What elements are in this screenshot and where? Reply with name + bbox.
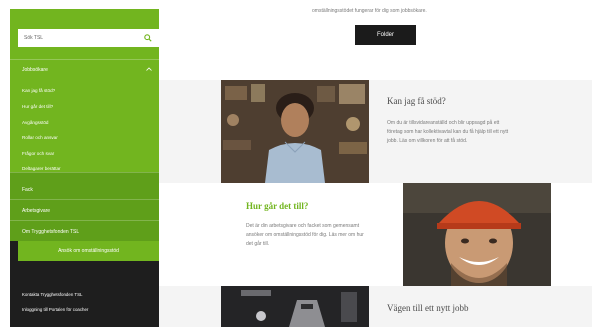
sidebar-item-fack[interactable]: Fack — [22, 187, 33, 193]
divider — [10, 199, 159, 200]
sidebar-section-label: Jobbsökare — [22, 67, 48, 73]
card-title-hur-gar-det-till[interactable]: Hur går det till? — [246, 201, 308, 211]
sidebar-item-avgangsstod[interactable]: Avgångsstöd — [22, 120, 48, 125]
footer-link-login[interactable]: Inloggning till Portalen för coacher — [22, 307, 88, 312]
folder-button-label: Folder — [376, 32, 394, 38]
apply-button-label: Ansök om omställningsstöd — [58, 248, 119, 254]
sidebar-item-rollar-och-ansvar[interactable]: Rollar och ansvar — [22, 135, 58, 140]
sidebar-item-deltagare-berattar[interactable]: Deltagarer berättar — [22, 166, 61, 171]
search-box[interactable]: Sök TSL — [18, 29, 159, 47]
woman-photo — [221, 80, 369, 183]
card-body: Om du är tillsvidareanställd och blir up… — [387, 120, 509, 144]
card-title-vagen-till-ett-nytt-jobb[interactable]: Vägen till ett nytt jobb — [387, 303, 469, 313]
card-body: Det är din arbetsgivare och facket som g… — [246, 223, 364, 247]
divider — [10, 220, 159, 221]
divider — [10, 172, 159, 173]
card-title-kan-jag-fa-stod[interactable]: Kan jag få stöd? — [387, 96, 446, 106]
sidebar-section-jobbsokare[interactable]: Jobbsökare — [22, 67, 152, 73]
welder-photo — [221, 286, 369, 327]
apply-button[interactable]: Ansök om omställningsstöd — [18, 241, 159, 261]
footer-link-contact[interactable]: Kontakta Trygghetsfonden TSL — [22, 292, 82, 297]
sidebar-item-hur-gar-det-till[interactable]: Hur går det till? — [22, 104, 53, 109]
sidebar-main-items: Fack Arbetsgivare Om Trygghetsfonden TSL — [10, 172, 159, 241]
sidebar-menu-green: Sök TSL Jobbsökare Kan jag få stöd? Hur … — [10, 9, 159, 172]
search-input[interactable]: Sök TSL — [24, 35, 143, 41]
sidebar: Sök TSL Jobbsökare Kan jag få stöd? Hur … — [10, 9, 159, 327]
sidebar-item-arbetsgivare[interactable]: Arbetsgivare — [22, 208, 50, 214]
folder-button[interactable]: Folder — [355, 25, 416, 45]
divider — [10, 59, 159, 60]
search-icon[interactable] — [143, 33, 153, 43]
man-with-helmet-photo — [403, 183, 551, 286]
sidebar-item-kan-jag-fa-stod[interactable]: Kan jag få stöd? — [22, 88, 55, 93]
sidebar-item-fragor-och-svar[interactable]: Frågor och svar — [22, 151, 54, 156]
chevron-up-icon[interactable] — [146, 67, 152, 73]
sidebar-item-om-tsl[interactable]: Om Trygghetsfonden TSL — [22, 229, 79, 235]
intro-text: omställningsstödet fungerar för dig som … — [312, 8, 427, 14]
